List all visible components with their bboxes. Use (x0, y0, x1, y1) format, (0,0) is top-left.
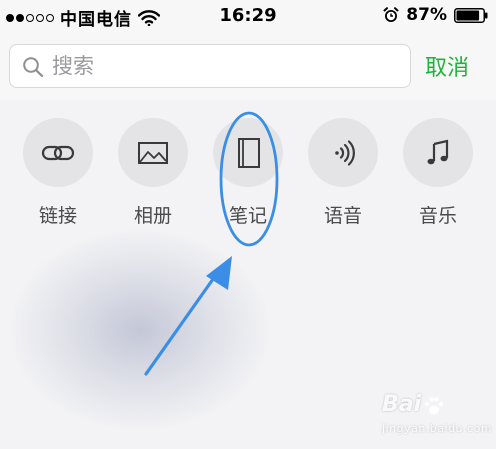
option-label: 语音 (323, 205, 362, 227)
watermark-subtitle: jingyan.baidu.com (382, 422, 493, 435)
option-label: 笔记 (228, 205, 267, 227)
option-music[interactable]: 音乐 (398, 118, 478, 228)
link-icon (41, 145, 75, 160)
battery-icon (454, 7, 488, 23)
baidu-watermark: Bai jingyan.baidu.com (382, 392, 492, 442)
option-label: 相册 (133, 205, 172, 227)
music-icon (427, 139, 449, 164)
search-box[interactable] (9, 44, 411, 88)
status-right: 87% (383, 5, 488, 25)
search-bar-row: 取消 (0, 32, 496, 100)
option-circle (118, 118, 188, 187)
option-link[interactable]: 链接 (18, 118, 98, 228)
voice-icon (335, 139, 355, 166)
option-circle (23, 118, 93, 187)
option-circle (213, 118, 283, 187)
watermark-logo: Bai (382, 392, 422, 417)
notebook-icon (238, 137, 260, 168)
option-circle (308, 118, 378, 187)
paw-icon (424, 397, 444, 415)
background-blur (10, 230, 270, 430)
photo-icon (138, 141, 168, 164)
status-bar: 中国电信 16:29 87% (0, 0, 496, 32)
search-icon (23, 57, 44, 78)
battery-percent: 87% (406, 5, 447, 25)
option-label: 链接 (38, 205, 77, 227)
alarm-clock-icon (383, 7, 399, 22)
option-circle (403, 118, 473, 187)
option-label: 音乐 (418, 205, 457, 227)
option-photos[interactable]: 相册 (113, 118, 193, 228)
option-notes[interactable]: 笔记 (208, 118, 288, 228)
search-input[interactable] (52, 51, 402, 81)
search-category-list: 链接 相册 笔记 语音 音乐 (0, 100, 496, 240)
cancel-button[interactable]: 取消 (425, 48, 491, 84)
option-voice[interactable]: 语音 (303, 118, 383, 228)
